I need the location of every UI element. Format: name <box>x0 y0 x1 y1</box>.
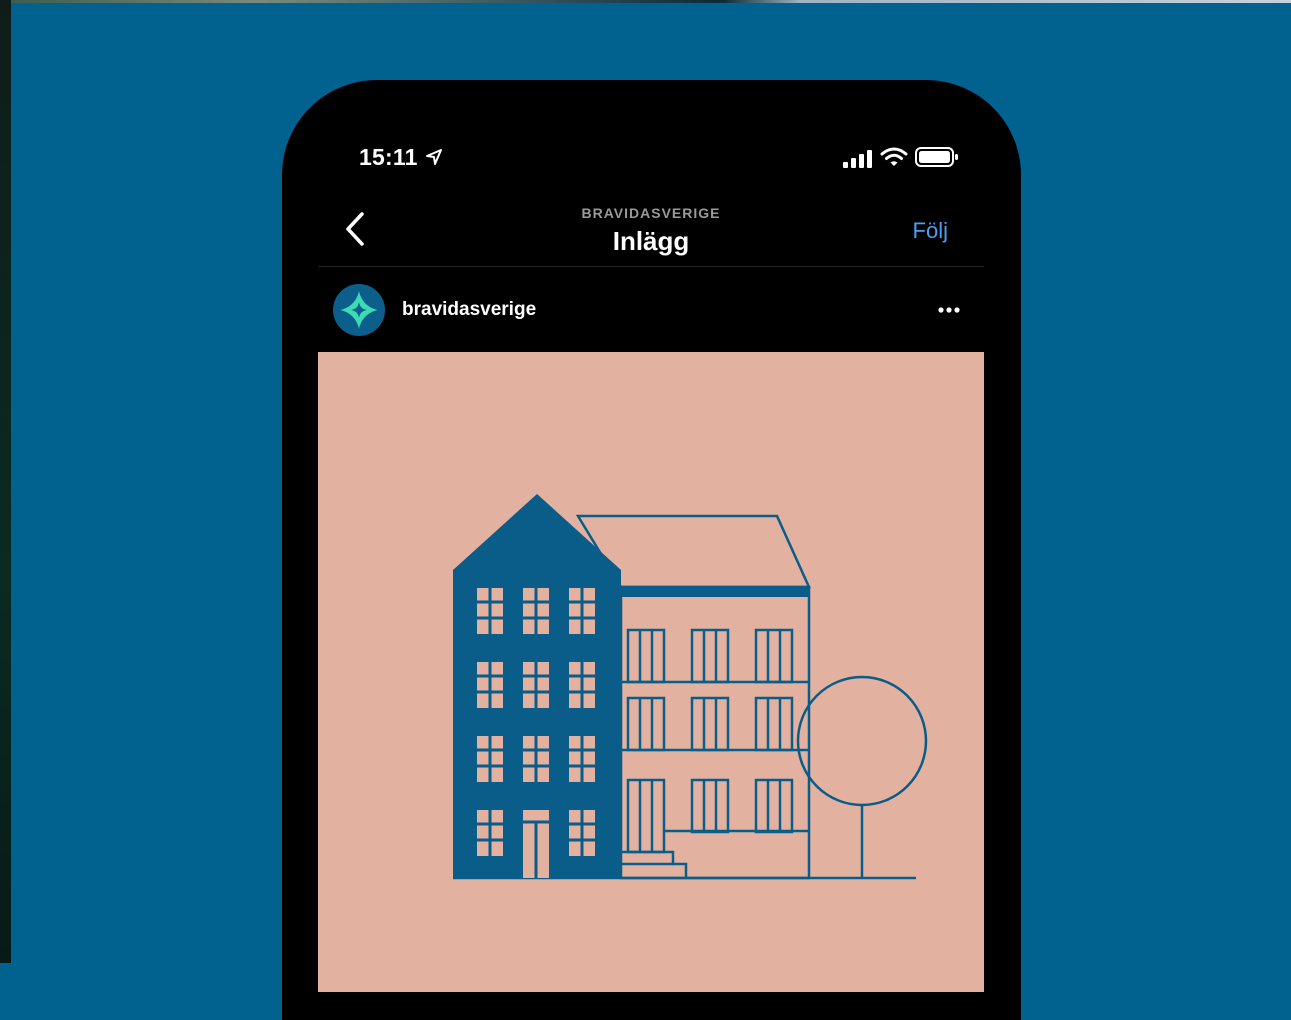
wifi-icon <box>880 147 908 166</box>
follow-button[interactable]: Följ <box>913 218 948 244</box>
bravida-star-logo-icon <box>340 291 378 329</box>
post-username[interactable]: bravidasverige <box>402 299 536 321</box>
page-title: Inlägg <box>612 226 690 256</box>
ellipsis-icon[interactable] <box>936 300 962 320</box>
phone-screen: 15:11 BRAVIDASVERIGE Inlägg Följ bravida… <box>318 80 984 1020</box>
header-divider <box>318 266 984 267</box>
post-image[interactable] <box>318 352 984 992</box>
phone-frame: 15:11 BRAVIDASVERIGE Inlägg Följ bravida… <box>282 80 1021 1020</box>
background-left-strip <box>0 0 11 963</box>
status-time: 15:11 <box>359 144 418 170</box>
avatar[interactable] <box>333 284 385 336</box>
cellular-signal-icon <box>843 150 872 168</box>
background-top-strip <box>0 0 1291 3</box>
building-illustration <box>453 494 928 880</box>
battery-icon <box>915 147 958 167</box>
location-arrow-icon <box>426 149 442 165</box>
nav-subtitle: BRAVIDASVERIGE <box>581 205 721 221</box>
